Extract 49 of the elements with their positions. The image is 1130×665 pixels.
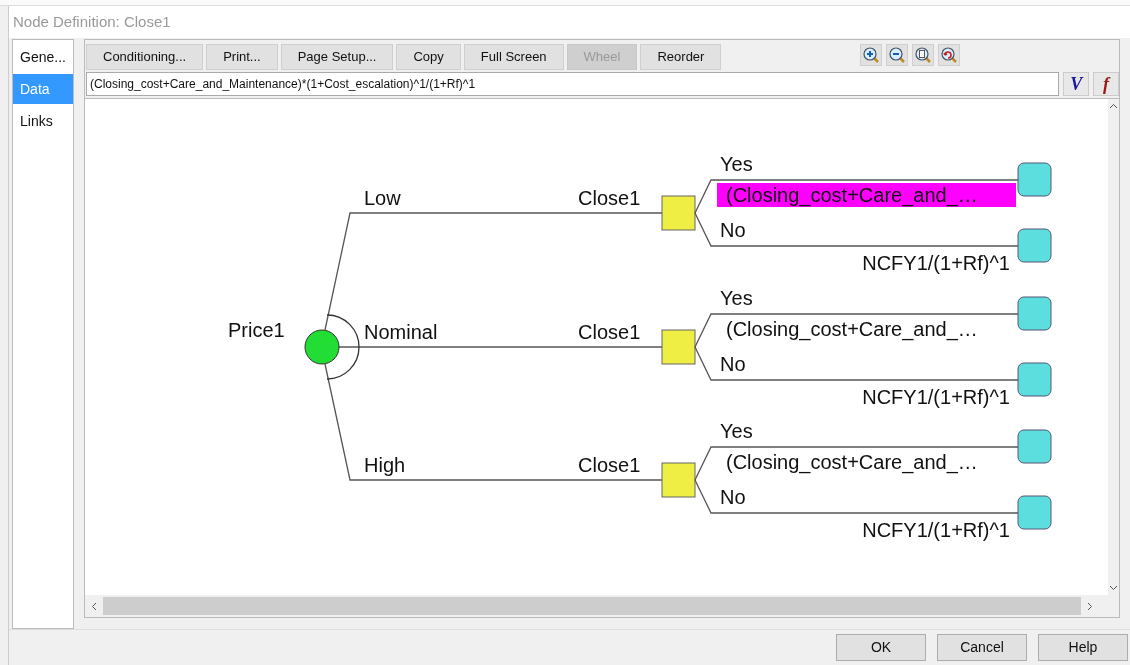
outcome-label: Yes [720, 420, 753, 442]
toolbar-button[interactable]: Copy [396, 44, 461, 70]
node-label: Price1 [228, 319, 285, 341]
terminal-node[interactable] [1017, 495, 1052, 530]
outcome-label: No [720, 353, 746, 375]
dialog-button[interactable]: OK [836, 634, 926, 661]
chance-node[interactable] [304, 329, 340, 365]
terminal-node[interactable] [1017, 228, 1052, 263]
branch-label: Low [364, 187, 401, 209]
outcome-value: NCFY1/(1+Rf)^1 [862, 519, 1010, 541]
toolbar-button[interactable]: Reorder [640, 44, 722, 70]
decision-node[interactable] [661, 462, 696, 498]
toolbar-button[interactable]: Print... [206, 44, 278, 70]
outcome-value: NCFY1/(1+Rf)^1 [862, 252, 1010, 274]
decision-node[interactable] [661, 195, 696, 231]
function-button[interactable]: f [1093, 72, 1119, 96]
zoom-out-icon[interactable] [886, 44, 909, 66]
branch-label: High [364, 454, 406, 476]
terminal-node[interactable] [1017, 162, 1052, 197]
vertical-scrollbar[interactable] [1108, 99, 1119, 595]
toolbar-button[interactable]: Full Screen [463, 44, 564, 70]
outcome-label: Yes [720, 287, 753, 309]
variable-button[interactable]: V [1063, 72, 1090, 96]
chance-arc [326, 314, 360, 380]
outcome-label: No [720, 219, 746, 241]
outcome-value: NCFY1/(1+Rf)^1 [862, 386, 1010, 408]
node-label: Close1 [578, 187, 641, 209]
outcome-value: (Closing_cost+Care_and_… [717, 183, 1016, 207]
formula-field[interactable]: (Closing_cost+Care_and_Maintenance)*(1+Cost_escalation)^1/(1+Rf)^1 [86, 72, 1060, 96]
outcome-label: Yes [720, 153, 753, 175]
terminal-node[interactable] [1017, 429, 1052, 464]
zoom-in-icon[interactable] [860, 44, 883, 66]
branch-label: Nominal [364, 321, 438, 343]
dialog-button[interactable]: Cancel [937, 634, 1027, 661]
outcome-label: No [720, 486, 746, 508]
decision-node[interactable] [661, 329, 696, 365]
terminal-node[interactable] [1017, 362, 1052, 397]
outcome-value: (Closing_cost+Care_and_… [726, 451, 978, 473]
node-label: Close1 [578, 321, 641, 343]
toolbar-button[interactable]: Page Setup... [280, 44, 394, 70]
toolbar-button[interactable]: Conditioning... [86, 44, 204, 70]
window-title: Node Definition: Close1 [13, 11, 171, 32]
scrollbar-thumb[interactable] [103, 597, 1081, 615]
dialog-button[interactable]: Help [1038, 634, 1128, 661]
outcome-value: (Closing_cost+Care_and_… [726, 318, 978, 340]
node-label: Close1 [578, 454, 641, 476]
zoom-page-icon[interactable] [912, 44, 935, 66]
terminal-node[interactable] [1017, 296, 1052, 331]
zoom-reset-icon[interactable] [938, 44, 961, 66]
